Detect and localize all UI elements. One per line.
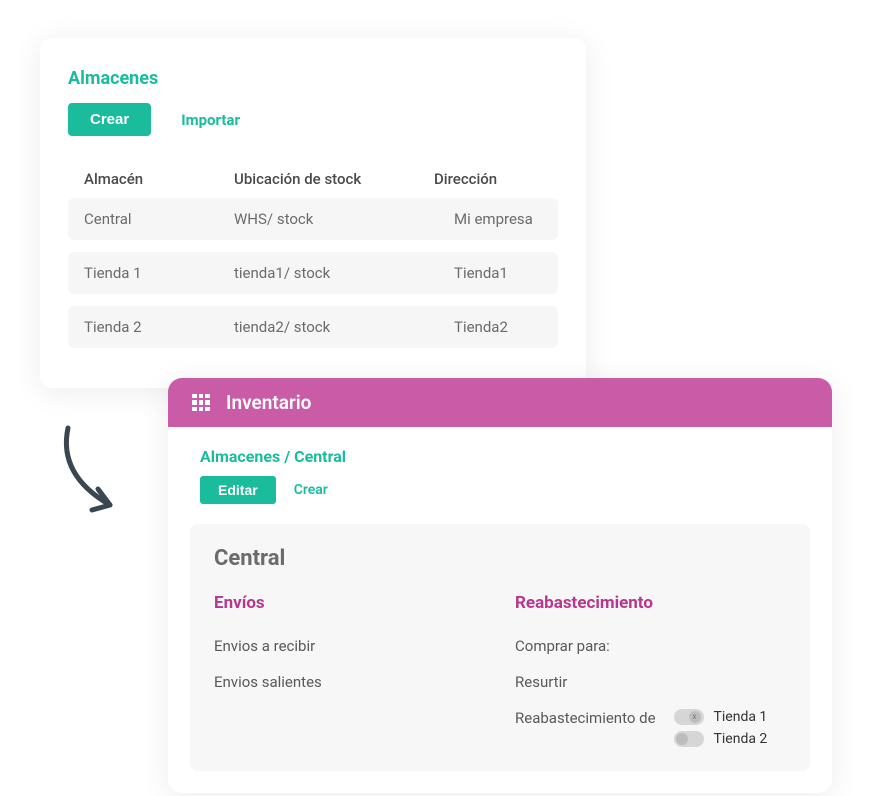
import-link[interactable]: Importar — [181, 111, 240, 129]
cell-address: Tienda1 — [454, 264, 542, 282]
detail-panel: Central Envíos Envios a recibir Envios s… — [190, 524, 810, 771]
table-row[interactable]: Tienda 1 tienda1/ stock Tienda1 — [68, 252, 558, 294]
toggle-tienda2-label: Tienda 2 — [714, 731, 768, 747]
envios-recibir: Envios a recibir — [214, 637, 485, 655]
envios-column: Envíos Envios a recibir Envios salientes — [214, 593, 485, 747]
table-row[interactable]: Tienda 2 tienda2/ stock Tienda2 — [68, 306, 558, 348]
panel-title: Central — [214, 546, 786, 571]
inventory-header: Inventario — [168, 378, 832, 427]
apps-grid-icon[interactable] — [192, 394, 210, 412]
reab-heading: Reabastecimiento — [515, 593, 786, 613]
warehouses-title: Almacenes — [68, 68, 558, 89]
breadcrumb[interactable]: Almacenes / Central — [168, 427, 832, 466]
toggle-tienda1-label: Tienda 1 — [714, 709, 768, 725]
cell-location: tienda1/ stock — [234, 264, 454, 282]
toggle-knob: x — [689, 711, 701, 723]
cell-location: WHS/ stock — [234, 210, 454, 228]
cell-address: Tienda2 — [454, 318, 542, 336]
cell-address: Mi empresa — [454, 210, 542, 228]
detail-toolbar: Editar Crear — [168, 466, 832, 524]
cell-name: Tienda 1 — [84, 264, 234, 282]
warehouses-toolbar: Crear Importar — [68, 103, 558, 136]
toggle-tienda1-row: x Tienda 1 — [674, 709, 768, 725]
edit-button[interactable]: Editar — [200, 476, 276, 504]
header-location: Ubicación de stock — [234, 170, 434, 188]
cell-location: tienda2/ stock — [234, 318, 454, 336]
arrow-icon — [50, 420, 150, 534]
reabastecimiento-column: Reabastecimiento Comprar para: Resurtir … — [515, 593, 786, 747]
inventory-card: Inventario Almacenes / Central Editar Cr… — [168, 378, 832, 793]
create-button[interactable]: Crear — [68, 103, 151, 136]
comprar-para: Comprar para: — [515, 637, 786, 655]
table-row[interactable]: Central WHS/ stock Mi empresa — [68, 198, 558, 240]
toggle-tienda1[interactable]: x — [674, 709, 704, 725]
resurtir: Resurtir — [515, 673, 786, 691]
cell-name: Tienda 2 — [84, 318, 234, 336]
warehouses-card: Almacenes Crear Importar Almacén Ubicaci… — [40, 38, 586, 388]
toggle-tienda2[interactable] — [674, 731, 704, 747]
envios-salientes: Envios salientes — [214, 673, 485, 691]
toggle-tienda2-row: Tienda 2 — [674, 731, 768, 747]
table-header: Almacén Ubicación de stock Dirección — [68, 166, 558, 198]
header-address: Dirección — [434, 170, 542, 188]
envios-heading: Envíos — [214, 593, 485, 613]
toggle-knob — [676, 733, 688, 745]
header-warehouse: Almacén — [84, 170, 234, 188]
create-link[interactable]: Crear — [294, 482, 328, 498]
inventory-header-title: Inventario — [226, 391, 311, 414]
reab-de-label: Reabastecimiento de — [515, 709, 656, 727]
cell-name: Central — [84, 210, 234, 228]
